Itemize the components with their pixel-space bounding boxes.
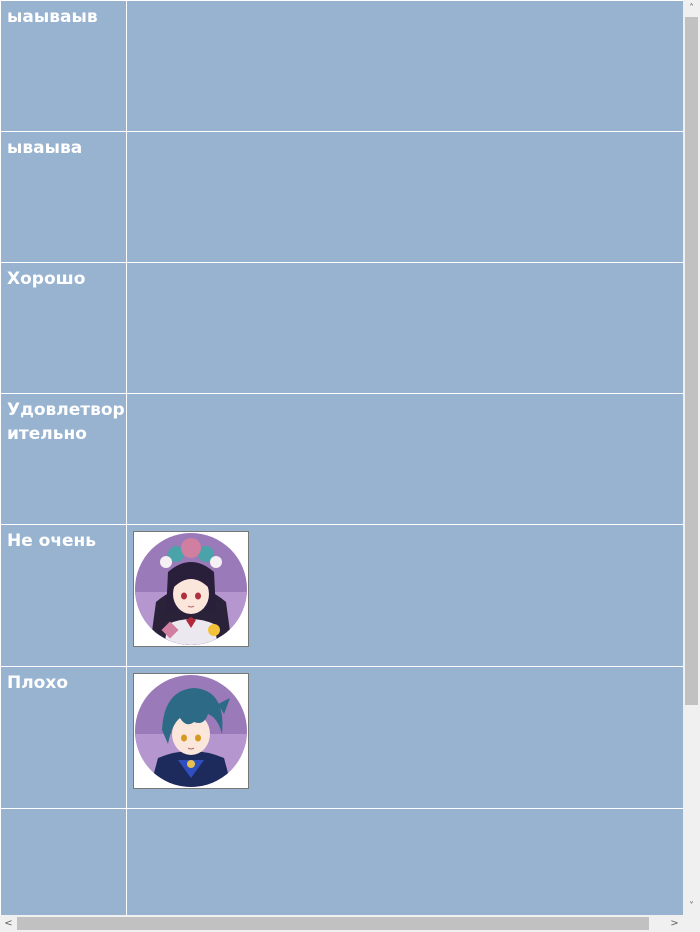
tier-drop-zone[interactable] — [127, 667, 683, 808]
tier-row: Не очень — [1, 525, 683, 666]
tier-drop-zone[interactable] — [127, 525, 683, 666]
tier-drop-zone[interactable] — [127, 132, 683, 262]
scrollbar-corner — [683, 915, 700, 932]
tier-row: Удовлетворительно — [1, 394, 683, 524]
tier-row: Плохо — [1, 667, 683, 808]
tier-row: ыаываыв — [1, 1, 683, 131]
tier-label[interactable]: Плохо — [1, 667, 126, 808]
scroll-up-arrow-icon[interactable]: ˄ — [683, 0, 700, 17]
tier-row: ываыва — [1, 132, 683, 262]
tier-drop-zone[interactable] — [127, 394, 683, 524]
tier-drop-zone[interactable] — [127, 263, 683, 393]
scroll-down-arrow-icon[interactable]: ˅ — [683, 898, 700, 915]
tier-label[interactable] — [1, 809, 126, 915]
tier-label[interactable]: ыаываыв — [1, 1, 126, 131]
tier-drop-zone[interactable] — [127, 809, 683, 915]
tier-row — [1, 809, 683, 915]
scroll-left-arrow-icon[interactable]: < — [0, 915, 17, 932]
tier-label[interactable]: Хорошо — [1, 263, 126, 393]
tier-drop-zone[interactable] — [127, 1, 683, 131]
yun-jin-portrait[interactable] — [133, 531, 249, 647]
tier-list-viewport: ыаываыв ываыва Хорошо Удовлетворительно … — [0, 0, 683, 915]
scroll-right-arrow-icon[interactable]: > — [666, 915, 683, 932]
vertical-scroll-thumb[interactable] — [685, 17, 698, 705]
tier-row: Хорошо — [1, 263, 683, 393]
xingqiu-portrait[interactable] — [133, 673, 249, 789]
tier-list-table: ыаываыв ываыва Хорошо Удовлетворительно … — [0, 0, 683, 915]
tier-label[interactable]: Не очень — [1, 525, 126, 666]
tier-label[interactable]: ываыва — [1, 132, 126, 262]
horizontal-scroll-thumb[interactable] — [17, 917, 649, 930]
vertical-scrollbar[interactable]: ˄ ˅ — [683, 0, 700, 915]
tier-label[interactable]: Удовлетворительно — [1, 394, 126, 524]
horizontal-scrollbar[interactable]: < > — [0, 915, 683, 932]
